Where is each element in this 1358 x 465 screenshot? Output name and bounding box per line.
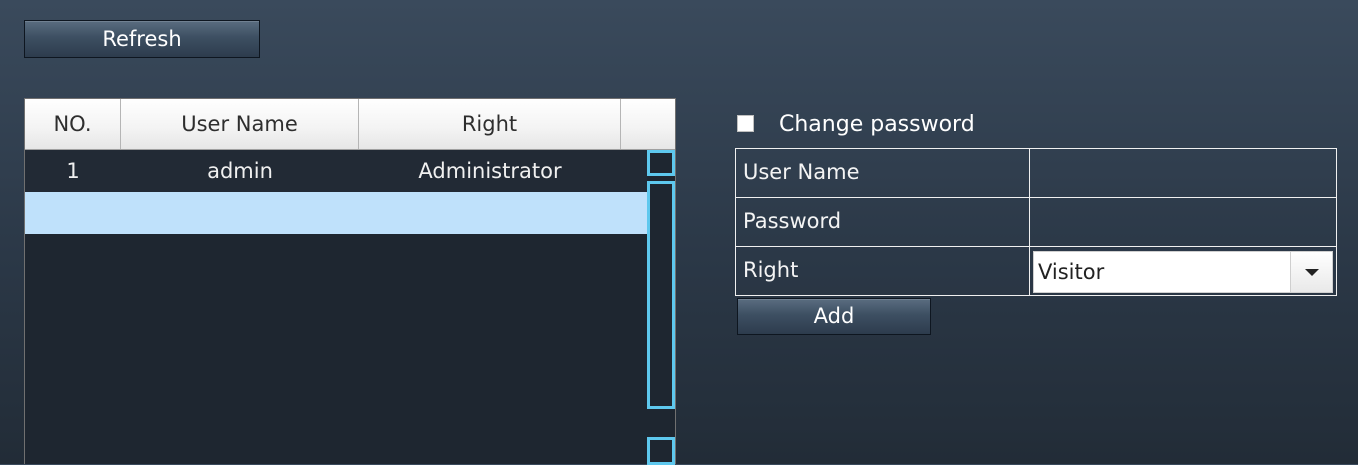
right-select-value: Visitor <box>1038 260 1105 284</box>
column-header-right[interactable]: Right <box>359 99 621 149</box>
right-select[interactable]: Visitor <box>1033 251 1333 293</box>
cell-no: 1 <box>66 159 80 183</box>
cell-right: Administrator <box>418 159 562 183</box>
chevron-down-icon[interactable] <box>1290 252 1332 292</box>
user-name-label: User Name <box>736 149 1030 197</box>
change-password-checkbox[interactable] <box>737 115 754 132</box>
table-row[interactable]: 1 admin Administrator <box>25 150 647 192</box>
form-row-user-name: User Name <box>736 149 1336 198</box>
password-label: Password <box>736 198 1030 246</box>
add-button[interactable]: Add <box>737 298 931 335</box>
column-header-no[interactable]: NO. <box>25 99 121 149</box>
form-row-password: Password <box>736 198 1336 247</box>
user-form: User Name Password Right Visitor <box>735 148 1337 296</box>
table-scrollbar[interactable] <box>647 150 675 465</box>
right-label: Right <box>736 247 1030 295</box>
scroll-up-button[interactable] <box>647 150 675 176</box>
refresh-button[interactable]: Refresh <box>24 20 260 58</box>
user-name-input[interactable] <box>1030 149 1336 197</box>
form-row-right: Right Visitor <box>736 247 1336 295</box>
scroll-down-button[interactable] <box>647 437 675 465</box>
user-table: NO. User Name Right 1 admin Administrato… <box>24 98 676 465</box>
table-row-selected[interactable] <box>25 192 647 234</box>
column-header-blank <box>621 99 675 149</box>
column-header-user-name[interactable]: User Name <box>121 99 359 149</box>
cell-user-name: admin <box>207 159 273 183</box>
password-input[interactable] <box>1030 198 1336 246</box>
table-header: NO. User Name Right <box>25 99 675 150</box>
change-password-label[interactable]: Change password <box>779 110 975 140</box>
scroll-thumb[interactable] <box>647 181 675 409</box>
